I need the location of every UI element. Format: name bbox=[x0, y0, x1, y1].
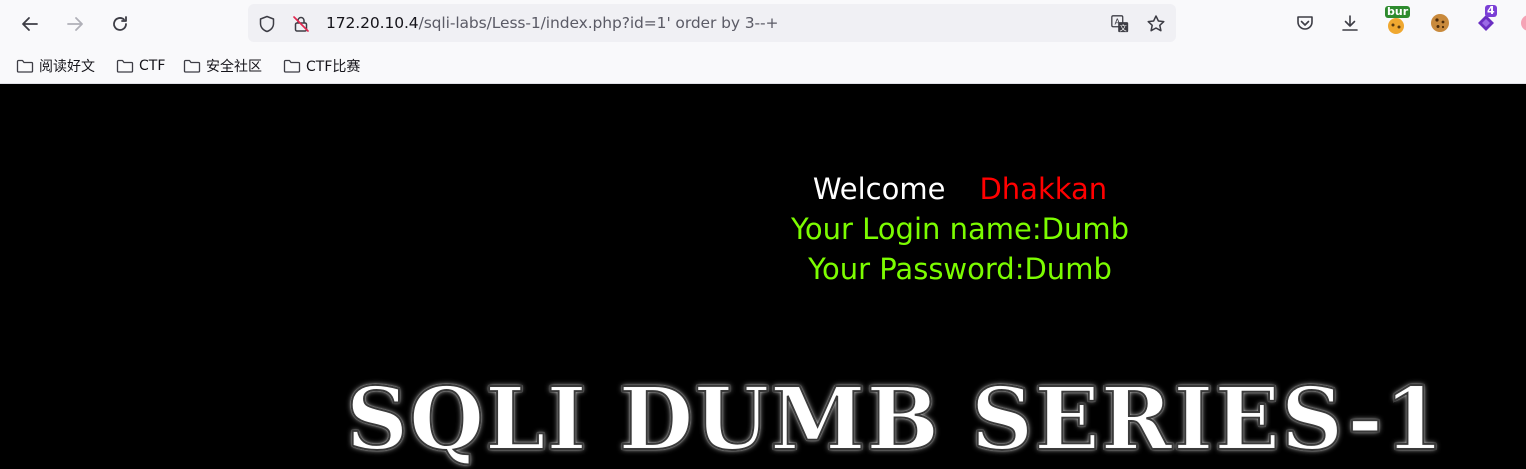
forward-button[interactable] bbox=[62, 11, 88, 37]
browser-window: 172.20.10.4/sqli-labs/Less-1/index.php?i… bbox=[0, 0, 1526, 469]
bookmark-folder-security-community[interactable]: 安全社区 bbox=[183, 56, 262, 76]
svg-text:文: 文 bbox=[1120, 23, 1128, 32]
folder-icon bbox=[283, 59, 301, 73]
password-text: Your Password:Dumb bbox=[808, 252, 1112, 286]
bookmark-label: 阅读好文 bbox=[39, 59, 95, 75]
sqli-dumb-series-banner: SQLI DUMB SERIES-1 bbox=[345, 368, 1445, 469]
folder-icon bbox=[183, 59, 201, 73]
insecure-lock-icon[interactable] bbox=[291, 14, 311, 34]
login-name-text: Your Login name:Dumb bbox=[791, 212, 1129, 246]
cookie-extension-icon[interactable] bbox=[1427, 10, 1453, 36]
address-bar[interactable]: 172.20.10.4/sqli-labs/Less-1/index.php?i… bbox=[248, 4, 1176, 42]
bookmark-folder-ctf[interactable]: CTF bbox=[116, 56, 165, 76]
navigation-toolbar: 172.20.10.4/sqli-labs/Less-1/index.php?i… bbox=[0, 0, 1526, 47]
downloads-icon[interactable] bbox=[1337, 10, 1363, 36]
pocket-icon[interactable] bbox=[1292, 10, 1318, 36]
bookmarks-toolbar: 阅读好文 CTF 安全社区 CTF比赛 bbox=[0, 47, 1526, 84]
forward-arrow-icon bbox=[67, 17, 83, 31]
back-button[interactable] bbox=[17, 11, 43, 37]
reload-icon bbox=[113, 16, 127, 31]
hackbar-extension-icon[interactable]: 4 bbox=[1473, 5, 1499, 36]
burp-extension-icon[interactable]: bur bbox=[1383, 6, 1411, 36]
url-host: 172.20.10.4 bbox=[326, 14, 419, 32]
bookmark-label: CTF比赛 bbox=[306, 59, 361, 75]
welcome-username: Dhakkan bbox=[979, 172, 1108, 206]
back-arrow-icon bbox=[22, 17, 38, 31]
shield-icon[interactable] bbox=[257, 14, 277, 34]
bookmark-folder-ctf-competition[interactable]: CTF比赛 bbox=[283, 56, 360, 76]
bookmark-label: CTF bbox=[139, 58, 166, 74]
url-text[interactable]: 172.20.10.4/sqli-labs/Less-1/index.php?i… bbox=[326, 14, 778, 32]
folder-icon bbox=[16, 59, 34, 73]
translate-icon[interactable]: A 文 bbox=[1110, 14, 1130, 34]
bookmark-label: 安全社区 bbox=[206, 59, 262, 75]
welcome-line: Welcome Dhakkan bbox=[0, 172, 1526, 206]
reload-button[interactable] bbox=[107, 11, 133, 37]
welcome-text: Welcome bbox=[812, 172, 946, 206]
page-content: Welcome Dhakkan Your Login name:Dumb Your… bbox=[0, 84, 1526, 469]
extension-badge-count: 4 bbox=[1485, 4, 1497, 17]
bookmark-folder-reading[interactable]: 阅读好文 bbox=[16, 56, 95, 76]
burp-extension-label: bur bbox=[1385, 5, 1411, 18]
bookmark-star-icon[interactable] bbox=[1146, 14, 1166, 34]
folder-icon bbox=[116, 59, 134, 73]
account-icon[interactable] bbox=[1516, 10, 1526, 36]
url-path: /sqli-labs/Less-1/index.php?id=1' order … bbox=[418, 14, 779, 32]
